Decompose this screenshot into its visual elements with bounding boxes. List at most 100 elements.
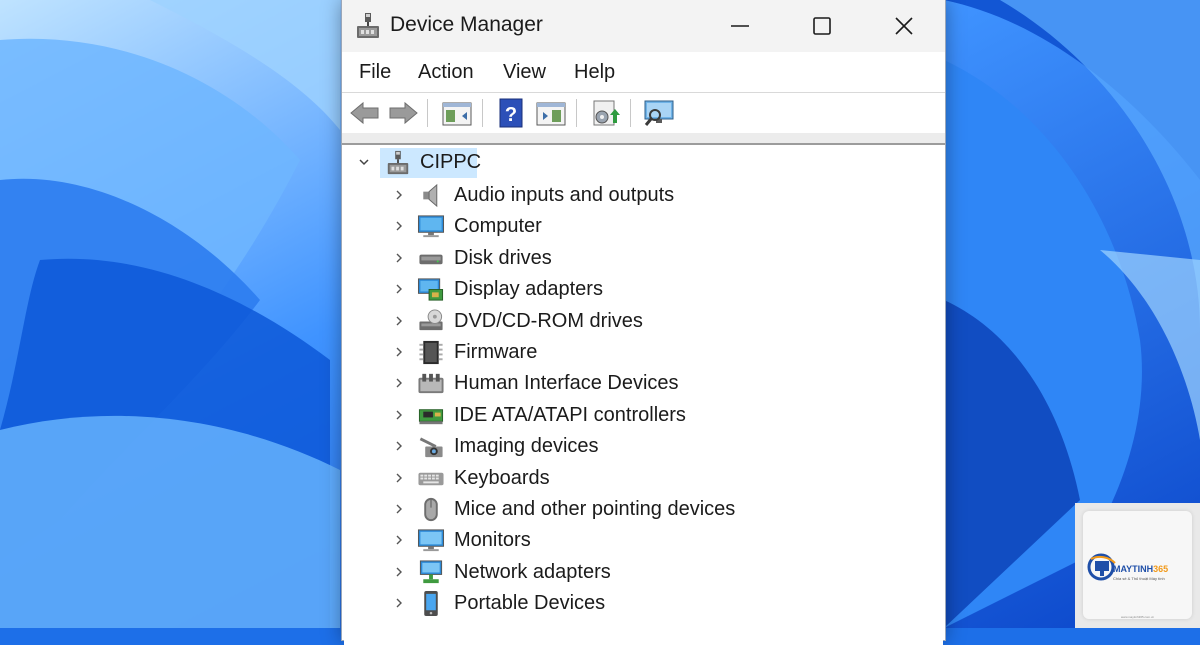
- scan-hardware-button[interactable]: [642, 97, 676, 129]
- device-manager-window: Device Manager File Action View Help ? C…: [341, 0, 946, 645]
- chevron-right-icon[interactable]: [394, 189, 404, 201]
- tree-item-human-interface-devices[interactable]: Human Interface Devices: [344, 368, 904, 399]
- chevron-right-icon[interactable]: [394, 440, 404, 452]
- tree-item-label: Disk drives: [454, 246, 552, 269]
- toolbar-separator: [630, 99, 631, 127]
- forward-icon: [389, 101, 418, 125]
- update-driver-button[interactable]: [588, 97, 622, 129]
- network-adapter-icon: [419, 560, 443, 583]
- close-icon: [895, 17, 913, 35]
- tree-item-ide-ata-atapi-controllers[interactable]: IDE ATA/ATAPI controllers: [344, 400, 904, 431]
- tree-item-audio-inputs-and-outputs[interactable]: Audio inputs and outputs: [344, 180, 904, 211]
- tree-item-label: Display adapters: [454, 278, 603, 301]
- back-icon: [350, 101, 379, 125]
- minimize-button[interactable]: [700, 0, 780, 52]
- toolbar-divider: [342, 133, 945, 145]
- title-bar[interactable]: Device Manager: [342, 0, 945, 52]
- brand-tagline: Chia sẻ & Thủ thuật Máy tính: [1113, 576, 1165, 581]
- maximize-icon: [813, 17, 831, 35]
- tree-item-label: Portable Devices: [454, 592, 606, 615]
- update-driver-icon: [593, 100, 620, 126]
- chevron-right-icon[interactable]: [394, 503, 404, 515]
- watermark-logo: MAYTINH365 Chia sẻ & Thủ thuật Máy tính …: [1075, 503, 1200, 628]
- brand-url: www.maytinh365.com.vn: [1121, 615, 1155, 619]
- tree-item-label: Network adapters: [454, 560, 611, 583]
- hid-icon: [418, 374, 444, 394]
- ide-controller-icon: [418, 409, 444, 424]
- mouse-icon: [424, 497, 438, 522]
- show-hide-tree-button[interactable]: [440, 97, 474, 129]
- help-button[interactable]: ?: [494, 97, 528, 129]
- portable-device-icon: [424, 591, 438, 617]
- dvd-drive-icon: [419, 309, 443, 330]
- chevron-right-icon[interactable]: [394, 252, 404, 264]
- tree-root-label: CIPPC: [420, 151, 482, 173]
- tree-item-imaging-devices[interactable]: Imaging devices: [344, 431, 904, 462]
- tree-root-node[interactable]: CIPPC: [344, 147, 744, 178]
- monitor-icon: [417, 529, 445, 552]
- chevron-right-icon[interactable]: [394, 409, 404, 421]
- window-title: Device Manager: [390, 13, 543, 36]
- tree-item-display-adapters[interactable]: Display adapters: [344, 274, 904, 305]
- chevron-right-icon[interactable]: [394, 472, 404, 484]
- tree-item-network-adapters[interactable]: Network adapters: [344, 557, 904, 588]
- tree-item-monitors[interactable]: Monitors: [344, 525, 904, 556]
- brand-name-main: MAYTINH: [1113, 564, 1154, 574]
- chevron-right-icon[interactable]: [394, 597, 404, 609]
- chevron-right-icon[interactable]: [394, 566, 404, 578]
- chevron-right-icon[interactable]: [394, 534, 404, 546]
- chevron-right-icon[interactable]: [394, 220, 404, 232]
- tree-item-label: Monitors: [454, 529, 531, 552]
- tree-item-firmware[interactable]: Firmware: [344, 337, 904, 368]
- back-button[interactable]: [348, 97, 382, 129]
- display-adapter-icon: [417, 278, 444, 301]
- tree-item-label: Computer: [454, 215, 542, 238]
- tree-item-disk-drives[interactable]: Disk drives: [344, 243, 904, 274]
- chevron-right-icon[interactable]: [394, 315, 404, 327]
- tree-item-label: Audio inputs and outputs: [454, 184, 675, 206]
- menu-file[interactable]: File: [357, 61, 393, 84]
- tree-item-computer[interactable]: Computer: [344, 211, 904, 242]
- watermark-card: MAYTINH365 Chia sẻ & Thủ thuật Máy tính …: [1083, 511, 1192, 619]
- properties-icon: [536, 102, 566, 126]
- minimize-icon: [731, 25, 749, 27]
- speaker-icon: [423, 183, 438, 208]
- menu-view[interactable]: View: [501, 61, 548, 84]
- chevron-down-icon[interactable]: [357, 155, 371, 169]
- tree-item-label: Human Interface Devices: [454, 372, 679, 395]
- disk-drive-icon: [419, 254, 443, 265]
- tree-item-keyboards[interactable]: Keyboards: [344, 463, 904, 494]
- maximize-button[interactable]: [782, 0, 862, 52]
- keyboard-icon: [418, 472, 444, 485]
- brand-name-accent: 365: [1153, 564, 1169, 574]
- toolbar-separator: [576, 99, 577, 127]
- toolbar-separator: [482, 99, 483, 127]
- tree-item-dvd-cd-rom-drives[interactable]: DVD/CD-ROM drives: [344, 306, 904, 337]
- scan-hardware-icon: [644, 100, 674, 126]
- tree-item-mice-and-other-pointing-devices[interactable]: Mice and other pointing devices: [344, 494, 904, 525]
- tree-item-label: Imaging devices: [454, 435, 599, 458]
- tree-item-portable-devices[interactable]: Portable Devices: [344, 588, 904, 619]
- chevron-right-icon[interactable]: [394, 346, 404, 358]
- tree-item-label: DVD/CD-ROM drives: [454, 309, 643, 332]
- camera-icon: [419, 437, 443, 458]
- chevron-right-icon[interactable]: [394, 377, 404, 389]
- tree-item-label: IDE ATA/ATAPI controllers: [454, 403, 686, 426]
- firmware-chip-icon: [419, 340, 443, 365]
- menu-action[interactable]: Action: [416, 61, 476, 84]
- tree-item-label: Firmware: [454, 341, 538, 363]
- menu-help[interactable]: Help: [572, 61, 617, 84]
- menu-bar: File Action View Help: [342, 52, 945, 93]
- help-icon: ?: [499, 98, 523, 128]
- toolbar: ?: [342, 93, 945, 133]
- device-tree: CIPPC Audio inputs and outputs Computer Di…: [344, 145, 943, 645]
- computer-icon: [417, 215, 445, 238]
- properties-button[interactable]: [534, 97, 568, 129]
- svg-text:?: ?: [505, 104, 517, 126]
- forward-button[interactable]: [386, 97, 420, 129]
- device-manager-icon: [357, 13, 379, 38]
- toolbar-separator: [427, 99, 428, 127]
- chevron-right-icon[interactable]: [394, 283, 404, 295]
- computer-root-icon: [387, 150, 409, 175]
- close-button[interactable]: [864, 0, 944, 52]
